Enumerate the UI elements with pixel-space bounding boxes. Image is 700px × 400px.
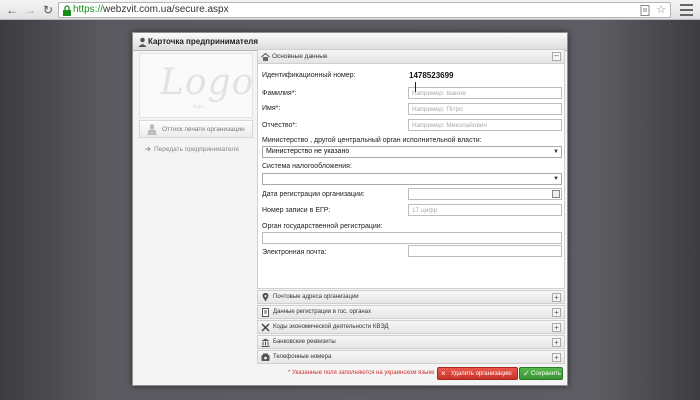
registration-date-field[interactable]: [408, 188, 562, 200]
main-data-panel: Основные данные – Идентификационный номе…: [257, 49, 565, 289]
stamp-print-label: Оттиск печати организации: [162, 126, 245, 133]
calendar-icon[interactable]: [552, 190, 560, 198]
section-state-registration[interactable]: Данные регистрации в гос. органах +: [257, 305, 565, 319]
url-scheme: https://: [73, 4, 104, 15]
logo-subtext: -logo-: [192, 104, 205, 110]
bank-icon: [261, 338, 270, 347]
transfer-entrepreneur-button[interactable]: Передать предпринимателя: [139, 140, 253, 158]
forward-arrow-icon[interactable]: →: [22, 2, 38, 18]
ministry-select[interactable]: Министерство не указано ▼: [262, 146, 562, 158]
page-info-icon[interactable]: [640, 5, 650, 16]
text-cursor: [415, 82, 419, 92]
chevron-down-icon: ▼: [553, 176, 559, 182]
section-label: Коды экономической деятельности КВЭД: [273, 324, 389, 330]
expand-icon[interactable]: +: [552, 323, 561, 332]
user-icon: [138, 37, 147, 47]
email-field[interactable]: [408, 245, 562, 257]
surname-label: Фамилия*:: [262, 90, 297, 97]
main-data-header[interactable]: Основные данные –: [258, 50, 564, 64]
close-icon: ×: [441, 369, 446, 378]
address-bar[interactable]: https:// webzvit.com.ua/secure.aspx ☆: [58, 2, 671, 18]
stamp-icon: [147, 124, 157, 135]
chevron-down-icon: ▼: [553, 149, 559, 155]
home-icon: [261, 53, 270, 61]
ministry-selected-value: Министерство не указано: [266, 148, 350, 155]
section-bank-details[interactable]: Банковские реквизиты +: [257, 335, 565, 349]
logo-text: Logo: [160, 62, 255, 103]
save-button[interactable]: ✓ Сохранить: [519, 367, 563, 380]
phone-icon: [261, 353, 270, 361]
tax-system-select[interactable]: ▼: [262, 173, 562, 185]
name-label: Имя*:: [262, 105, 281, 112]
checkmark-icon: ✓: [523, 369, 530, 378]
main-data-title: Основные данные: [272, 53, 328, 60]
registration-date-label: Дата регистрации организации:: [262, 191, 365, 198]
egr-number-field[interactable]: 17 цифр: [408, 204, 562, 216]
stamp-print-button[interactable]: Оттиск печати организации: [139, 120, 253, 138]
reload-icon[interactable]: ↻: [40, 2, 56, 18]
ministry-label: Министерство , другой центральный орган …: [262, 137, 482, 144]
browser-menu-icon[interactable]: [680, 4, 693, 16]
tax-system-label: Система налогообложения:: [262, 163, 352, 170]
egr-number-label: Номер записи в ЕГР:: [262, 207, 331, 214]
email-label: Электронная почта:: [262, 249, 327, 256]
document-icon: [262, 308, 269, 317]
browser-toolbar: ← → ↻ https:// webzvit.com.ua/secure.asp…: [0, 0, 700, 20]
delete-organization-label: Удалить организацию: [451, 371, 512, 377]
back-arrow-icon[interactable]: ←: [4, 2, 20, 18]
collapse-icon[interactable]: –: [552, 52, 561, 61]
patronymic-label: Отчество*:: [262, 122, 298, 129]
required-fields-note: * Указанные поля заполняются на украинск…: [288, 370, 435, 376]
section-postal-addresses[interactable]: Почтовые адреса организации +: [257, 290, 565, 304]
surname-field[interactable]: Например: Іванов: [408, 87, 562, 99]
section-label: Телефонные номера: [273, 354, 332, 360]
patronymic-field[interactable]: Например: Миколайович: [408, 119, 562, 131]
bookmark-star-icon[interactable]: ☆: [656, 3, 666, 16]
section-kved-codes[interactable]: Коды экономической деятельности КВЭД +: [257, 320, 565, 334]
section-label: Данные регистрации в гос. органах: [273, 309, 372, 315]
name-field[interactable]: Например: Пітро: [408, 103, 562, 115]
registration-authority-field[interactable]: [262, 232, 562, 244]
delete-organization-button[interactable]: × Удалить организацию: [437, 367, 518, 380]
save-label: Сохранить: [531, 371, 561, 377]
section-label: Почтовые адреса организации: [273, 294, 359, 300]
id-number-value: 1478523699: [409, 71, 454, 80]
section-label: Банковские реквизиты: [273, 339, 336, 345]
transfer-entrepreneur-label: Передать предпринимателя: [154, 146, 239, 153]
expand-icon[interactable]: +: [552, 308, 561, 317]
url-text: webzvit.com.ua/secure.aspx: [103, 4, 229, 15]
entrepreneur-card-dialog: Карточка предпринимателя Logo -logo- Отт…: [132, 32, 568, 386]
registration-authority-label: Орган государственной регистрации:: [262, 223, 383, 230]
section-phone-numbers[interactable]: Телефонные номера +: [257, 350, 565, 364]
map-pin-icon: [262, 293, 269, 302]
expand-icon[interactable]: +: [552, 338, 561, 347]
dialog-title: Карточка предпринимателя: [148, 37, 259, 46]
expand-icon[interactable]: +: [552, 353, 561, 362]
tools-icon: [261, 323, 270, 332]
expand-icon[interactable]: +: [552, 293, 561, 302]
lock-icon: [63, 5, 71, 16]
id-number-label: Идентификационный номер:: [262, 72, 356, 79]
transfer-icon: [145, 146, 151, 152]
logo-placeholder[interactable]: Logo -logo-: [139, 53, 253, 118]
